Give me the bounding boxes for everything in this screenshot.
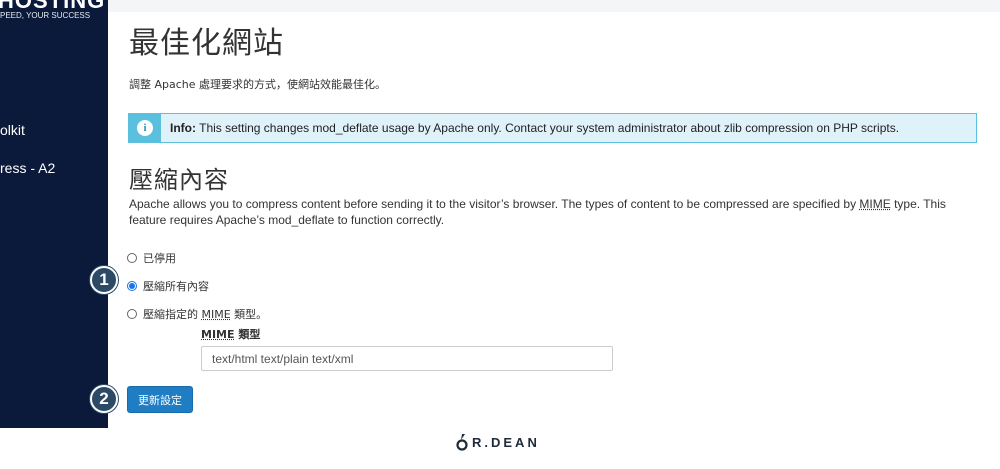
option-compress-mime-label: 壓縮指定的 MIME 類型。 [143,306,267,322]
footer-brand-text: R.DEAN [472,434,540,450]
section-desc-part1: Apache allows you to compress content be… [129,197,860,211]
update-settings-button[interactable]: 更新設定 [127,386,193,413]
main-content: 最佳化網站 調整 Apache 處理要求的方式，使網站效能最佳化。 i Info… [90,12,1000,428]
option-mime-suffix: 類型。 [230,308,268,321]
info-icon: i [137,120,153,136]
info-message: Info: This setting changes mod_deflate u… [170,121,899,135]
page-title: 最佳化網站 [129,26,284,61]
option-mime-abbr: MIME [201,308,231,321]
option-disabled-label: 已停用 [143,252,176,265]
option-disabled[interactable]: 已停用 [127,250,176,266]
sidebar-item-toolkit[interactable]: olkit [0,122,25,138]
brand-mark-icon [456,434,468,451]
section-description: Apache allows you to compress content be… [129,196,979,228]
mime-types-input[interactable] [201,346,613,371]
info-alert: i Info: This setting changes mod_deflate… [128,113,977,143]
mime-abbr: MIME [859,197,891,211]
brand-tagline: PEED, YOUR SUCCESS [0,11,91,20]
mime-types-label: MIME 類型 [201,326,260,342]
mime-label-abbr: MIME [201,328,235,341]
page-description: 調整 Apache 處理要求的方式，使網站效能最佳化。 [129,78,387,91]
info-label: Info: [170,121,196,135]
section-title: 壓縮內容 [129,166,229,194]
step-marker-1: 1 [90,266,118,294]
radio-compress-mime[interactable] [127,309,137,319]
sidebar: HOSTING PEED, YOUR SUCCESS olkit ress - … [0,0,108,428]
radio-compress-all[interactable] [127,281,137,291]
option-mime-prefix: 壓縮指定的 [143,308,202,321]
step-marker-2: 2 [90,385,118,413]
info-icon-container: i [129,114,161,142]
mime-label-suffix: 類型 [234,328,261,341]
top-strip [0,0,1000,12]
option-compress-all-label: 壓縮所有內容 [143,280,209,293]
info-body: This setting changes mod_deflate usage b… [196,121,900,135]
option-compress-all[interactable]: 壓縮所有內容 [127,278,209,294]
option-compress-mime[interactable]: 壓縮指定的 MIME 類型。 [127,306,267,322]
radio-disabled[interactable] [127,253,137,263]
sidebar-item-wordpress-a2[interactable]: ress - A2 [0,160,55,176]
footer-logo: R.DEAN [456,433,540,451]
